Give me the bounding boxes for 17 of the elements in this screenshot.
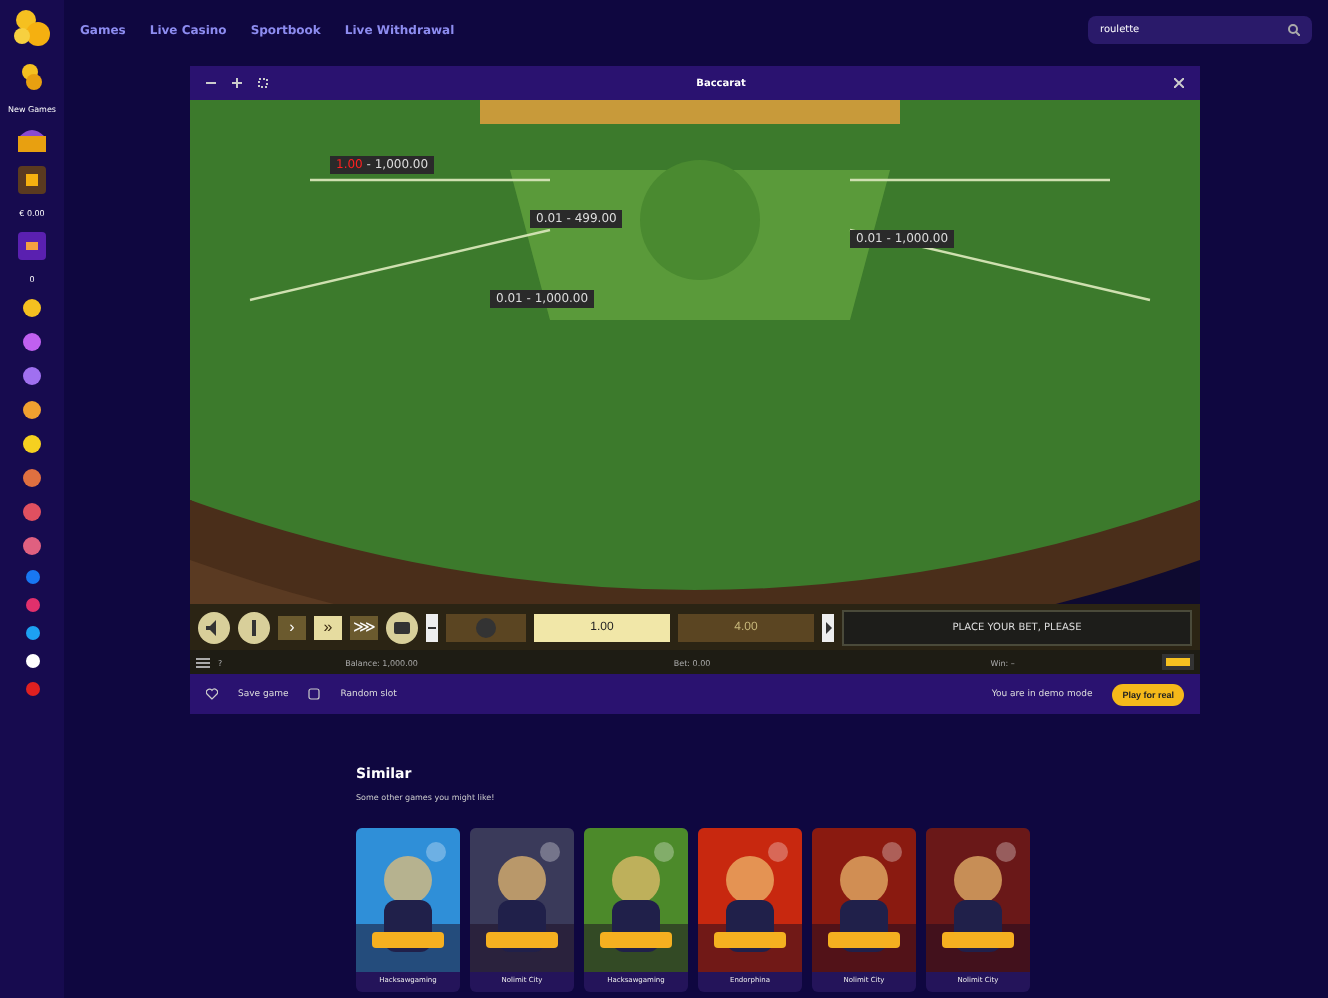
chest-icon[interactable]	[18, 128, 46, 152]
close-icon[interactable]	[1174, 78, 1184, 88]
wallet-icon[interactable]	[18, 166, 46, 194]
search-icon	[1288, 24, 1300, 36]
heart-icon[interactable]	[206, 688, 218, 700]
speed-button[interactable]: »	[314, 615, 342, 639]
plus-icon[interactable]	[232, 78, 242, 88]
speed-button[interactable]: ⋙	[350, 615, 378, 639]
info-button[interactable]	[238, 611, 270, 643]
speaker-icon	[206, 619, 222, 635]
fullscreen-icon[interactable]	[258, 78, 268, 88]
ticket-icon[interactable]	[18, 232, 46, 260]
minimize-icon[interactable]	[206, 78, 216, 88]
repeat-button[interactable]	[386, 611, 418, 643]
speed-button[interactable]: ›	[278, 615, 306, 639]
coins-icon[interactable]	[18, 62, 46, 90]
sound-button[interactable]	[198, 611, 230, 643]
